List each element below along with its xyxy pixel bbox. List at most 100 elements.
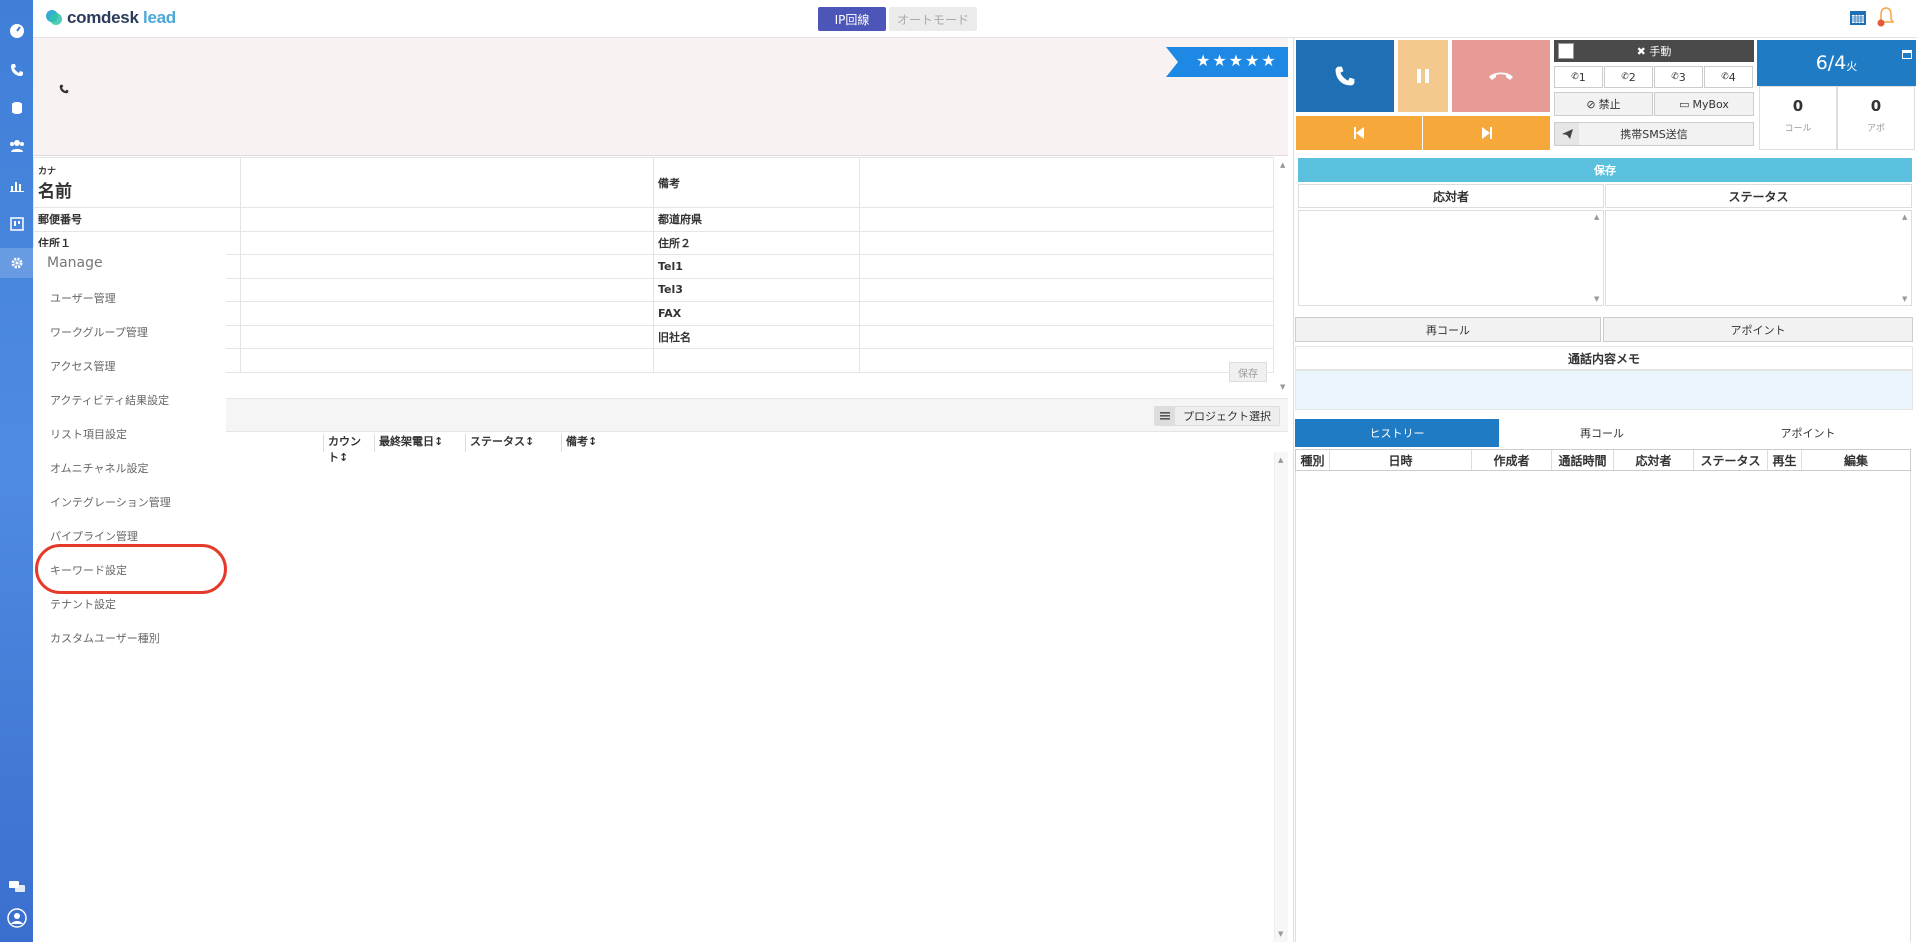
phone-small-icon [59, 84, 69, 97]
recall-button[interactable]: 再コール [1295, 317, 1601, 342]
manual-mode-toggle[interactable]: ✖ 手動 [1554, 40, 1754, 62]
status-list[interactable]: ▲ ▼ [1605, 210, 1912, 306]
manual-checkbox[interactable] [1558, 43, 1574, 59]
hold-button[interactable] [1398, 40, 1448, 112]
form-value[interactable] [859, 348, 1274, 373]
col-duration[interactable]: 通話時間 [1552, 450, 1614, 470]
user-avatar-icon[interactable] [0, 903, 33, 933]
next-record-button[interactable] [1423, 116, 1550, 150]
block-button[interactable]: ⊘ 禁止 [1554, 92, 1653, 116]
remarks-label: 備考 [653, 157, 860, 208]
skip-forward-icon [1481, 127, 1492, 139]
address2-value[interactable] [859, 230, 1274, 255]
prefecture-value[interactable] [859, 207, 1274, 232]
menu-item-access[interactable]: アクセス管理 [50, 358, 115, 374]
chart-icon[interactable] [0, 170, 33, 200]
call-button[interactable] [1296, 40, 1394, 112]
old-company-value[interactable] [859, 324, 1274, 349]
project-select-button[interactable]: プロジェクト選択 [1154, 406, 1280, 426]
appointment-button[interactable]: アポイント [1603, 317, 1913, 342]
highlight-annotation [35, 544, 227, 594]
col-type[interactable]: 種別 [1296, 450, 1330, 470]
line-2-button[interactable]: ✆ 2 [1604, 66, 1653, 88]
line-1-button[interactable]: ✆ 1 [1554, 66, 1603, 88]
history-table-header: 種別 日時 作成者 通話時間 応対者 ステータス 再生 編集 [1295, 449, 1911, 471]
postal-value[interactable] [240, 207, 654, 232]
responder-list[interactable]: ▲ ▼ [1298, 210, 1604, 306]
name-value[interactable] [240, 157, 654, 208]
tab-history[interactable]: ヒストリー [1295, 419, 1499, 447]
menu-item-list-fields[interactable]: リスト項目設定 [50, 426, 127, 442]
form-value[interactable] [240, 254, 654, 279]
line-3-button[interactable]: ✆ 3 [1654, 66, 1703, 88]
manage-title: Manage [47, 255, 103, 271]
menu-item-integration[interactable]: インテグレーション管理 [50, 494, 171, 510]
calendar-small-icon[interactable] [1902, 42, 1912, 64]
tel3-value[interactable] [859, 277, 1274, 302]
column-remarks[interactable]: 備考↕ [561, 434, 621, 452]
database-icon[interactable] [0, 93, 33, 123]
old-company-label: 旧社名 [653, 324, 860, 349]
line-4-button[interactable]: ✆ 4 [1704, 66, 1753, 88]
list-icon [1155, 407, 1175, 425]
project-select-label: プロジェクト選択 [1183, 410, 1271, 423]
prefecture-label: 都道府県 [653, 207, 860, 232]
address1-value[interactable] [240, 230, 654, 255]
column-status[interactable]: ステータス↕ [465, 434, 541, 452]
appointment-count-box: 0 アポ [1837, 86, 1915, 150]
col-edit[interactable]: 編集 [1802, 450, 1910, 470]
column-count[interactable]: カウント↕ [323, 434, 369, 464]
menu-item-tenant[interactable]: テナント設定 [50, 596, 116, 612]
ip-line-button[interactable]: IP回線 [818, 7, 886, 31]
responder-header: 応対者 [1298, 184, 1604, 208]
tel1-value[interactable] [859, 254, 1274, 279]
call-count-label: コール [1784, 124, 1812, 134]
phone-icon[interactable] [0, 55, 33, 85]
pause-icon [1417, 69, 1429, 83]
bell-icon[interactable] [1876, 6, 1896, 31]
skip-back-icon [1354, 127, 1364, 139]
remarks-textarea[interactable] [859, 157, 1274, 208]
calendar-icon[interactable] [1849, 8, 1867, 29]
users-icon[interactable] [0, 131, 33, 161]
previous-record-button[interactable] [1296, 116, 1422, 150]
dashboard-icon[interactable] [0, 16, 33, 46]
auto-mode-button[interactable]: オートモード [889, 7, 977, 31]
menu-item-omnichannel[interactable]: オムニチャネル設定 [50, 460, 149, 476]
board-icon[interactable] [0, 209, 33, 239]
form-value[interactable] [240, 324, 654, 349]
mybox-button[interactable]: ▭ MyBox [1654, 92, 1754, 116]
menu-item-pipeline[interactable]: パイプライン管理 [50, 528, 138, 544]
chat-help-icon[interactable] [0, 872, 33, 902]
col-responder[interactable]: 応対者 [1614, 450, 1694, 470]
form-value[interactable] [240, 277, 654, 302]
col-author[interactable]: 作成者 [1472, 450, 1552, 470]
col-status[interactable]: ステータス [1694, 450, 1768, 470]
column-last-call[interactable]: 最終架電日↕ [374, 434, 462, 452]
col-play[interactable]: 再生 [1768, 450, 1802, 470]
form-value[interactable] [240, 301, 654, 326]
col-datetime[interactable]: 日時 [1330, 450, 1472, 470]
menu-item-workgroup[interactable]: ワークグループ管理 [50, 324, 148, 340]
list-scrollbar[interactable]: ▲ ▼ [1274, 452, 1288, 942]
date-text: 6/4 [1815, 52, 1847, 74]
form-save-button[interactable]: 保存 [1229, 362, 1267, 382]
sms-send-button[interactable]: 携帯SMS送信 [1554, 122, 1754, 146]
menu-item-custom-user-type[interactable]: カスタムユーザー種別 [50, 630, 160, 646]
menu-item-user-management[interactable]: ユーザー管理 [50, 290, 116, 306]
fax-label: FAX [653, 301, 860, 326]
fax-value[interactable] [859, 301, 1274, 326]
menu-item-activity-result[interactable]: アクティビティ結果設定 [50, 392, 169, 408]
call-memo-textarea[interactable] [1295, 370, 1913, 410]
gear-icon[interactable] [0, 248, 33, 278]
form-value[interactable] [240, 348, 654, 373]
call-control-panel: ✖ 手動 ✆ 1 ✆ 2 ✆ 3 ✆ 4 ⊘ 禁止 ▭ MyBox 携帯SMS送信 6/4 火… [1293, 38, 1917, 942]
tab-recall[interactable]: 再コール [1500, 419, 1704, 447]
manual-label: ✖ 手動 [1636, 45, 1672, 58]
tab-appointment[interactable]: アポイント [1705, 419, 1911, 447]
form-scrollbar[interactable]: ▲ ▼ [1278, 157, 1288, 397]
rating-stars[interactable]: ★★★★★ [1166, 47, 1288, 77]
status-header: ステータス [1605, 184, 1912, 208]
hangup-button[interactable] [1452, 40, 1550, 112]
save-button[interactable]: 保存 [1298, 158, 1912, 182]
